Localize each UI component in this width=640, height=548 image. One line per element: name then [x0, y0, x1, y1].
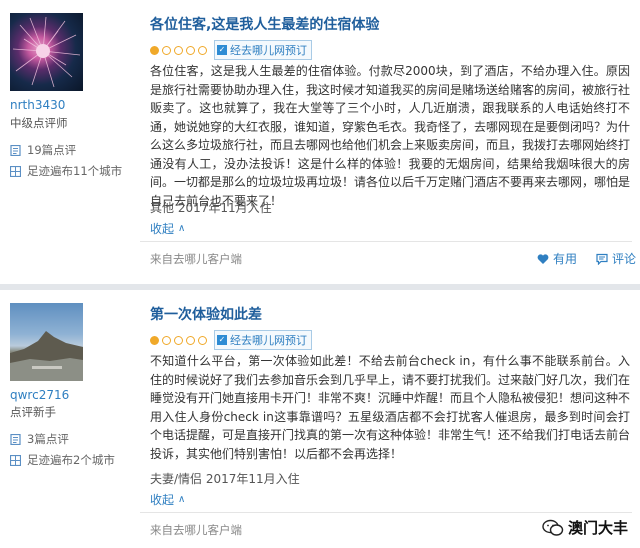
collapse-label: 收起	[150, 493, 175, 507]
rating-dot	[198, 335, 207, 345]
watermark: 澳门大丰	[537, 515, 632, 540]
badge-label: 经去哪儿网预订	[230, 334, 307, 347]
mountain-landscape-image	[10, 331, 83, 381]
collapse-button[interactable]: 收起 ∧	[150, 491, 185, 508]
booked-via-badge: ✓ 经去哪儿网预订	[214, 330, 312, 350]
trip-info: 夫妻/情侣 2017年11月入住	[150, 472, 300, 486]
review-card: qwrc2716 点评新手 3篇点评 足迹遍布2个城市 第一次体验如此差 ✓ 经…	[0, 0, 640, 548]
document-icon	[10, 433, 21, 445]
review-title[interactable]: 第一次体验如此差	[150, 304, 262, 324]
review-body: 不知道什么平台，第一次体验如此差！不给去前台check in，有什么事不能联系前…	[150, 354, 631, 461]
rating-dot-filled	[150, 335, 159, 345]
watermark-text: 澳门大丰	[567, 519, 628, 537]
wechat-icon	[542, 519, 564, 536]
avatar[interactable]	[10, 303, 83, 381]
chevron-up-icon: ∧	[178, 494, 186, 505]
rating-dot	[162, 335, 171, 345]
user-level: 点评新手	[10, 405, 56, 419]
review-count-text: 3篇点评	[27, 432, 69, 446]
username[interactable]: qwrc2716	[10, 388, 69, 402]
review-count: 3篇点评	[10, 431, 69, 447]
divider	[140, 512, 632, 513]
cities-count-text: 足迹遍布2个城市	[27, 453, 115, 467]
review-source: 来自去哪儿客户端	[150, 523, 242, 537]
check-icon: ✓	[217, 335, 227, 345]
footprint-icon	[10, 454, 21, 466]
rating-dot	[174, 335, 183, 345]
cities-count: 足迹遍布2个城市	[10, 452, 115, 468]
rating: ✓ 经去哪儿网预订	[150, 330, 312, 350]
rating-dot	[186, 335, 195, 345]
